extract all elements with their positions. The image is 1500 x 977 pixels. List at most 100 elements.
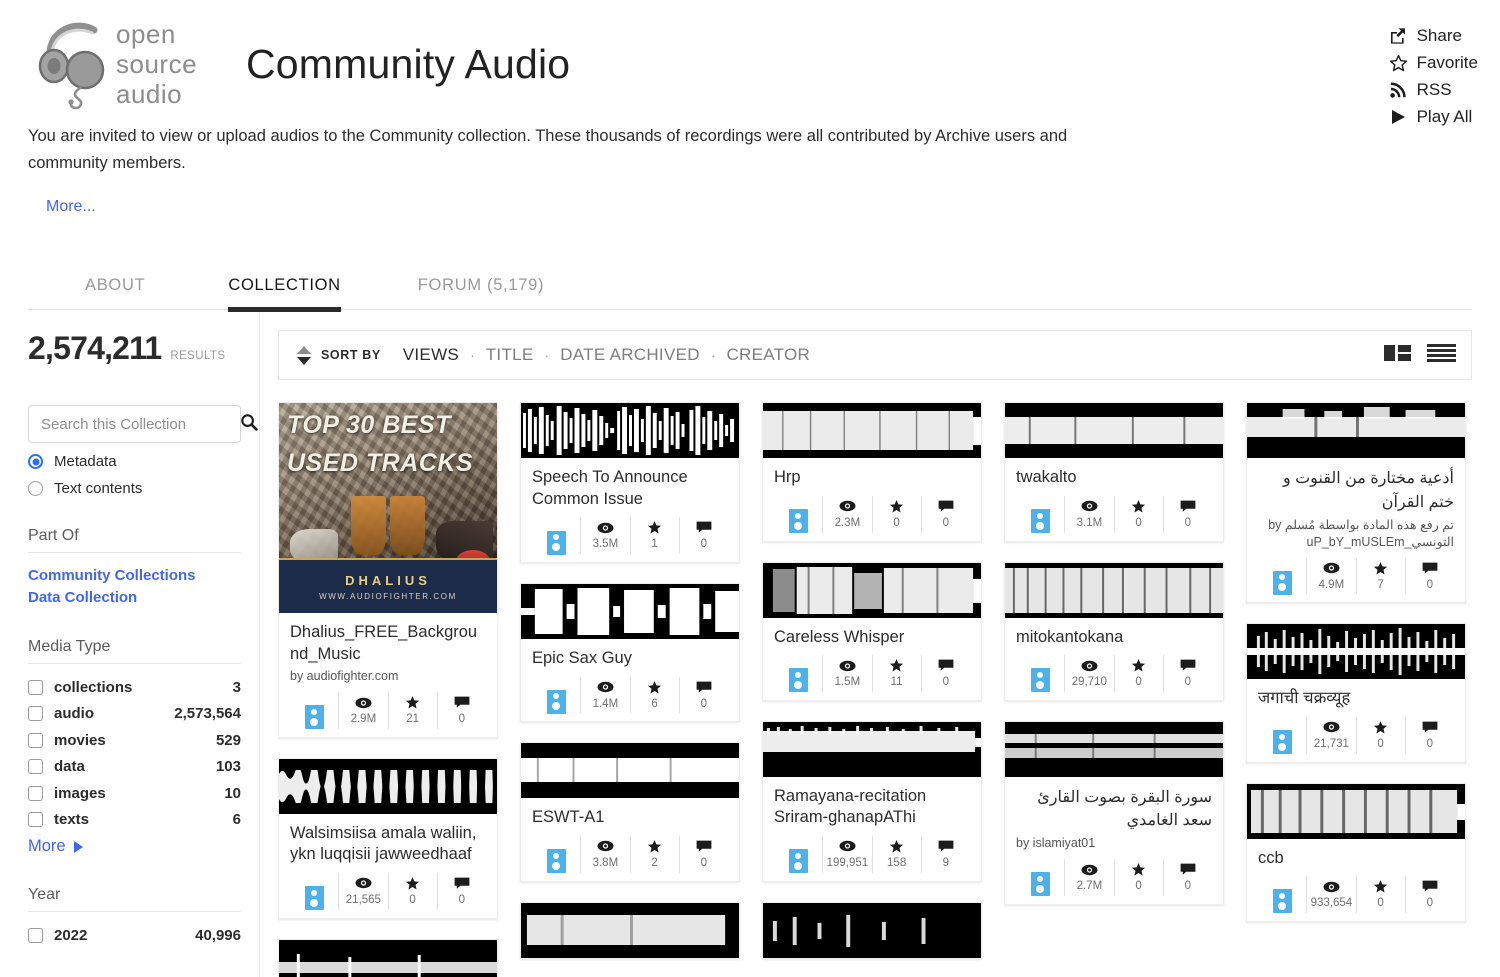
stat-reviews: 0 [920,655,970,692]
sort-option-views[interactable]: VIEWS [403,345,459,365]
stat-reviews: 9 [920,835,970,873]
result-creator[interactable]: تم رفع هذه المادة بواسطة مُسلم by التونس… [1258,517,1454,551]
result-card[interactable]: mitokantokana 29,710 0 0 [1004,561,1224,701]
stat-reviews-value: 0 [1184,676,1192,689]
facet-count-collections: 3 [232,678,241,696]
result-card[interactable]: Speech To Announce Common Issue 3.5M 1 0 [520,402,740,564]
audio-speaker-icon [788,849,808,874]
radio-text-contents[interactable] [28,481,43,497]
stat-favorites-value: 0 [893,516,900,529]
result-card[interactable]: ccb 933,654 0 0 [1246,782,1466,922]
search-icon[interactable] [240,413,258,436]
result-creator[interactable]: by audiofighter.com [290,668,486,685]
checkbox-audio[interactable] [28,706,43,722]
audio-speaker-icon [546,849,566,874]
result-card[interactable]: ESWT-A1 3.8M 2 0 [520,742,740,882]
facet-row-images[interactable]: images 10 [28,780,241,807]
result-card-partial[interactable] [520,901,740,959]
grid-view-icon[interactable] [1384,343,1411,368]
checkbox-movies[interactable] [28,732,43,748]
facet-row-movies[interactable]: movies 529 [28,727,241,754]
result-title[interactable]: mitokantokana [1016,627,1212,648]
comment-icon [938,497,954,516]
stat-reviews-value: 0 [1184,880,1192,893]
tab-forum[interactable]: FORUM (5,179) [418,276,544,309]
result-card[interactable]: Ramayana-recitation Sriram-ghanapAThi 19… [762,720,982,882]
rss-button[interactable]: RSS [1389,78,1478,103]
list-view-icon[interactable] [1427,343,1456,368]
result-title[interactable]: سورة البقرة بصوت القارئ سعد الغامدي [1016,786,1212,832]
more-description-link[interactable]: More... [46,198,96,216]
result-stats: 29,710 0 0 [1016,655,1212,693]
stat-views: 3.1M [1064,495,1113,533]
part-of-link-community-collections[interactable]: Community Collections [28,565,241,586]
facet-row-data[interactable]: data 103 [28,754,241,781]
search-scope-text-contents[interactable]: Text contents [28,480,241,497]
result-card-partial[interactable] [762,901,982,959]
result-title[interactable]: ccb [1258,848,1454,869]
stat-reviews: 0 [678,835,728,873]
favorite-button[interactable]: Favorite [1389,51,1478,76]
eye-icon [1323,718,1340,737]
search-input[interactable] [41,415,240,433]
stat-views-value: 2.3M [834,516,861,529]
stat-reviews-value: 0 [1426,737,1434,750]
stat-reviews: 0 [678,676,728,714]
sort-option-title[interactable]: TITLE [486,345,534,365]
result-card[interactable]: Careless Whisper 1.5M 11 0 [762,561,982,701]
media-type-more-button[interactable]: More [28,837,241,856]
stat-favorites-value: 21 [406,713,420,726]
result-title[interactable]: जगाची चक्रव्यूह [1258,688,1454,709]
play-all-button[interactable]: Play All [1389,105,1478,130]
waveform-thumbnail [763,403,981,459]
stat-reviews-value: 0 [942,516,950,529]
share-button[interactable]: Share [1389,24,1478,49]
sort-direction-icon[interactable] [297,344,311,366]
result-card-partial[interactable] [278,938,498,977]
tab-about[interactable]: ABOUT [85,276,145,309]
result-card[interactable]: سورة البقرة بصوت القارئ سعد الغامدي by i… [1004,720,1224,905]
checkbox-data[interactable] [28,759,43,775]
star-icon [1373,559,1388,578]
result-title[interactable]: twakalto [1016,467,1212,488]
result-card[interactable]: जगाची चक्रव्यूह 21,731 0 0 [1246,623,1466,763]
result-title[interactable]: أدعية مختارة من القنوت و ختم القرآن [1258,467,1454,513]
stat-views-value: 2.7M [1076,880,1103,893]
result-title[interactable]: ESWT-A1 [532,807,728,828]
stat-favorites: 0 [1355,716,1405,754]
result-card[interactable]: Epic Sax Guy 1.4M 6 0 [520,583,740,723]
result-card[interactable]: TOP 30 BEST USED TRACKS DHALIUS WWW.AUDI… [278,402,498,738]
checkbox-collections[interactable] [28,679,43,695]
part-of-link-data-collection[interactable]: Data Collection [28,587,241,608]
facet-row-2022[interactable]: 2022 40,996 [28,922,241,949]
comment-icon [696,837,712,856]
facet-row-collections[interactable]: collections 3 [28,674,241,701]
result-title[interactable]: Ramayana-recitation Sriram-ghanapAThi [774,786,970,829]
checkbox-texts[interactable] [28,812,43,828]
checkbox-images[interactable] [28,785,43,801]
result-title[interactable]: Careless Whisper [774,627,970,648]
result-card[interactable]: أدعية مختارة من القنوت و ختم القرآن تم ر… [1246,402,1466,604]
result-title[interactable]: Epic Sax Guy [532,648,728,669]
tab-collection[interactable]: COLLECTION [228,276,342,313]
sort-option-creator[interactable]: CREATOR [726,345,810,365]
result-title[interactable]: Walsimsiisa amala waliin, ykn luqqisii j… [290,823,486,866]
collection-search[interactable] [28,405,258,444]
result-title[interactable]: Hrp [774,467,970,488]
facet-row-audio[interactable]: audio 2,573,564 [28,701,241,728]
result-card[interactable]: twakalto 3.1M 0 0 [1004,402,1224,542]
checkbox-2022[interactable] [28,927,43,943]
result-title[interactable]: Speech To Announce Common Issue [532,467,728,510]
result-creator[interactable]: by islamiyat01 [1016,835,1212,852]
radio-metadata[interactable] [28,454,43,470]
result-card[interactable]: Walsimsiisa amala waliin, ykn luqqisii j… [278,757,498,919]
facet-label-collections: collections [54,678,133,696]
view-toggles [1384,343,1456,368]
result-title[interactable]: Dhalius_FREE_Background_Music [290,622,486,665]
search-scope-metadata[interactable]: Metadata [28,453,241,470]
stat-reviews-value: 0 [1426,897,1434,910]
sort-option-date-archived[interactable]: DATE ARCHIVED [560,345,700,365]
result-card[interactable]: Hrp 2.3M 0 0 [762,402,982,542]
facet-row-texts[interactable]: texts 6 [28,807,241,834]
waveform-thumbnail [521,902,739,958]
